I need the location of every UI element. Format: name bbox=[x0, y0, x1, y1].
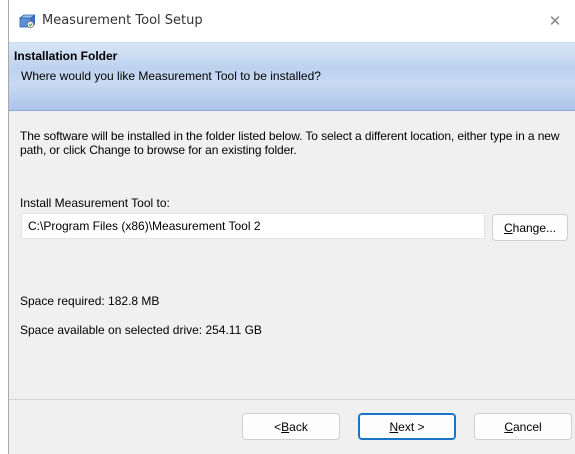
cancel-button-accel: C bbox=[504, 419, 513, 434]
space-available-text: Space available on selected drive: 254.1… bbox=[20, 323, 262, 337]
next-button[interactable]: Next > bbox=[358, 413, 456, 440]
next-button-accel: N bbox=[389, 419, 399, 434]
space-required-text: Space required: 182.8 MB bbox=[20, 294, 160, 308]
back-button-prefix: < bbox=[274, 419, 282, 434]
install-location-label: Install Measurement Tool to: bbox=[20, 196, 170, 210]
background-edge bbox=[0, 0, 8, 454]
back-button-accel: B bbox=[281, 419, 290, 434]
description-text: The software will be installed in the fo… bbox=[20, 129, 560, 157]
change-button-accel: C bbox=[503, 220, 513, 235]
change-button-label: hange... bbox=[512, 220, 557, 235]
banner-subtitle: Where would you like Measurement Tool to… bbox=[21, 69, 321, 83]
install-path-input[interactable] bbox=[21, 213, 485, 239]
cancel-button-label: ancel bbox=[512, 419, 542, 434]
footer-divider bbox=[9, 399, 575, 400]
banner-title: Installation Folder bbox=[14, 49, 118, 63]
header-banner: Installation Folder Where would you like… bbox=[9, 42, 575, 111]
setup-dialog: Measurement Tool Setup ✕ Installation Fo… bbox=[8, 0, 575, 454]
cancel-button[interactable]: Cancel bbox=[474, 413, 572, 440]
back-button[interactable]: < Back bbox=[242, 413, 340, 440]
window-title: Measurement Tool Setup bbox=[42, 13, 203, 28]
change-button[interactable]: Change... bbox=[492, 214, 568, 241]
close-icon[interactable]: ✕ bbox=[535, 0, 575, 42]
back-button-label: ack bbox=[289, 419, 308, 434]
next-button-label: ext > bbox=[398, 419, 425, 434]
installer-box-icon bbox=[18, 13, 37, 29]
title-bar[interactable]: Measurement Tool Setup ✕ bbox=[9, 0, 575, 42]
